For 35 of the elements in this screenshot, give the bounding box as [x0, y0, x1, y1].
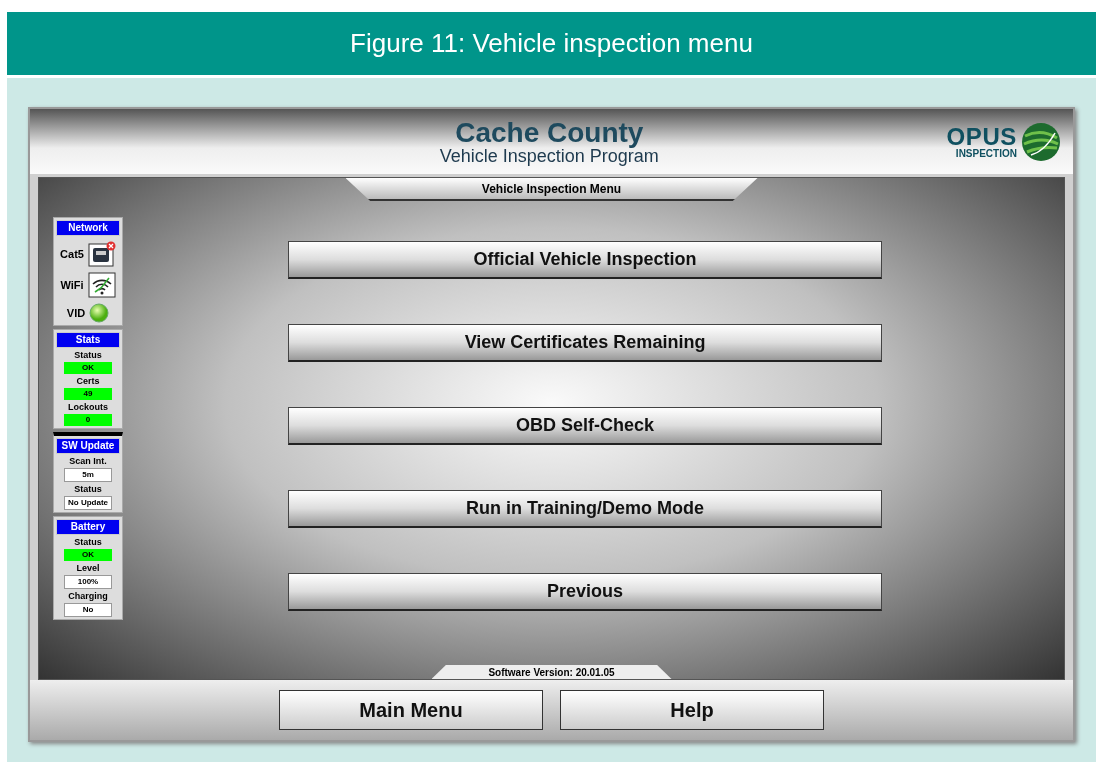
- menu-button[interactable]: View Certificates Remaining: [288, 324, 882, 362]
- figure-caption: Figure 11: Vehicle inspection menu: [7, 12, 1096, 75]
- logo-word: OPUS: [946, 124, 1017, 149]
- field-label: Status: [74, 349, 102, 362]
- logo-subtitle: INSPECTION: [955, 148, 1017, 159]
- field-label: Certs: [76, 375, 100, 388]
- footer-button[interactable]: Main Menu: [279, 690, 543, 730]
- globe-icon: [1021, 121, 1061, 162]
- menu-button[interactable]: Official Vehicle Inspection: [288, 241, 882, 279]
- menu-button[interactable]: Previous: [288, 573, 882, 611]
- field-label: Status: [74, 483, 102, 496]
- network-label: Cat5: [60, 246, 84, 262]
- field-value: OK: [64, 549, 112, 561]
- menu-button[interactable]: Run in Training/Demo Mode: [288, 490, 882, 528]
- group-title: Battery: [56, 519, 120, 535]
- field-value: No Update: [64, 496, 112, 510]
- field-value: 5m: [64, 468, 112, 482]
- menu-button[interactable]: OBD Self-Check: [288, 407, 882, 445]
- field-value: 0: [64, 414, 112, 426]
- network-label: VID: [66, 305, 86, 321]
- group-title: Network: [56, 220, 120, 236]
- group-title: Stats: [56, 332, 120, 348]
- field-label: Status: [74, 536, 102, 549]
- footer-button[interactable]: Help: [560, 690, 824, 730]
- field-label: Level: [76, 562, 100, 575]
- field-value: 49: [64, 388, 112, 400]
- field-value: 100%: [64, 575, 112, 589]
- network-label: WiFi: [60, 277, 84, 293]
- field-label: Scan Int.: [69, 455, 107, 468]
- field-value: No: [64, 603, 112, 617]
- group-title: SW Update: [56, 438, 120, 454]
- county-title: Cache County: [455, 118, 644, 147]
- field-label: Charging: [68, 590, 108, 603]
- field-label: Lockouts: [68, 401, 108, 414]
- field-value: OK: [64, 362, 112, 374]
